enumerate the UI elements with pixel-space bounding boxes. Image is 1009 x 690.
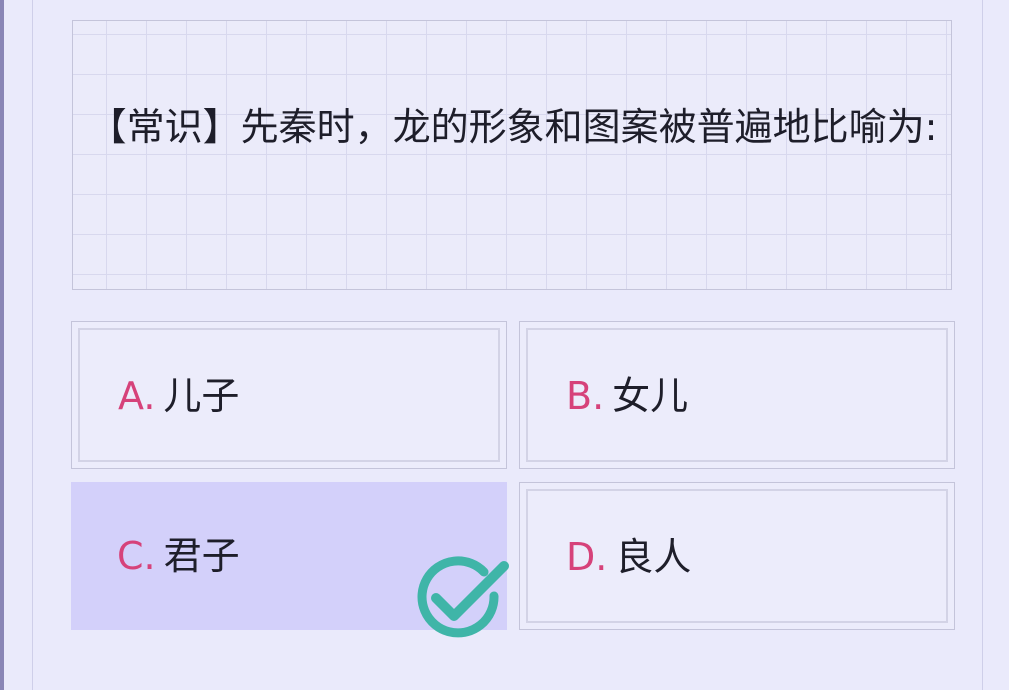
question-text: 【常识】先秦时，龙的形象和图案被普遍地比喻为: (88, 105, 938, 149)
right-border-line (982, 0, 983, 690)
option-b-text: 女儿 (612, 374, 689, 418)
option-c-label: C. 君子 (117, 534, 240, 578)
left-edge (0, 0, 4, 690)
quiz-screen: 【常识】先秦时，龙的形象和图案被普遍地比喻为: A. 儿子 B. 女儿 C. 君子 D… (0, 0, 1009, 690)
option-b-label: B. 女儿 (566, 374, 688, 418)
option-d[interactable]: D. 良人 (519, 482, 955, 630)
option-c-text: 君子 (163, 534, 240, 578)
question-card: 【常识】先秦时，龙的形象和图案被普遍地比喻为: (72, 20, 952, 290)
option-d-letter: D (566, 535, 596, 579)
option-a-dot: . (143, 374, 156, 418)
option-a[interactable]: A. 儿子 (71, 321, 507, 469)
option-c-letter: C (117, 534, 144, 578)
option-d-dot: . (595, 535, 608, 579)
option-a-label: A. 儿子 (118, 374, 239, 418)
option-c-dot: . (143, 534, 156, 578)
option-b-letter: B (566, 374, 593, 418)
option-d-label: D. 良人 (566, 535, 691, 579)
check-circle-icon (417, 556, 509, 638)
option-a-letter: A (118, 374, 144, 418)
option-d-text: 良人 (615, 535, 692, 579)
option-a-text: 儿子 (163, 374, 240, 418)
option-b-dot: . (592, 374, 605, 418)
left-border-line (32, 0, 33, 690)
option-b[interactable]: B. 女儿 (519, 321, 955, 469)
